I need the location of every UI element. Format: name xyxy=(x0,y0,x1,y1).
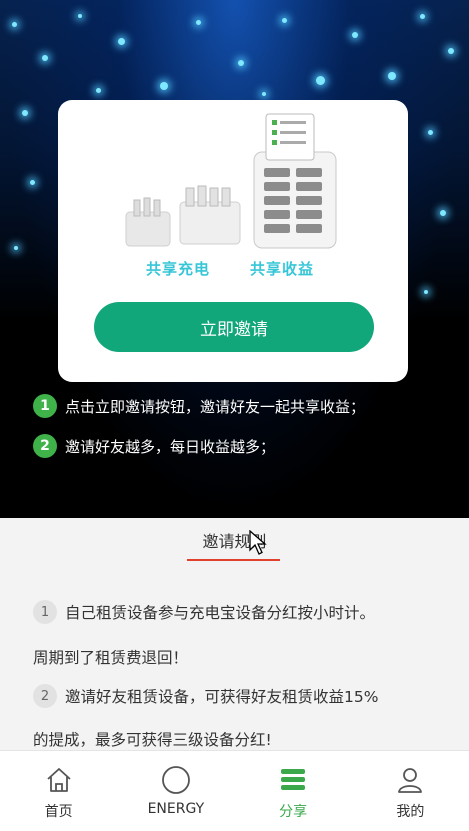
step-text: 点击立即邀请按钮，邀请好友一起共享收益； xyxy=(65,397,366,416)
tab-share[interactable]: 分享 xyxy=(235,751,352,831)
rules-title-underline xyxy=(187,559,280,561)
tab-energy[interactable]: ENERGY xyxy=(117,751,234,831)
rule-text: 自己租赁设备参与充电宝设备分红按小时计。 xyxy=(65,604,376,622)
particle xyxy=(428,130,433,135)
step-item: 2 邀请好友越多，每日收益越多； xyxy=(33,434,275,458)
particle xyxy=(316,76,325,85)
tab-mine[interactable]: 我的 xyxy=(352,751,469,831)
step-number: 2 xyxy=(33,434,57,458)
step-text: 邀请好友越多，每日收益越多； xyxy=(65,437,276,456)
particle xyxy=(14,246,18,250)
bottom-tab-bar: 首页 ENERGY 分享 我的 xyxy=(0,750,469,831)
particle xyxy=(12,22,17,27)
rule-item-1-cont: 周期到了租赁费退回！ xyxy=(33,646,188,668)
particle xyxy=(352,32,358,38)
particle xyxy=(196,20,201,25)
tab-label: 分享 xyxy=(279,804,308,820)
hero-banner: 共享充电 共享收益 立即邀请 1 点击立即邀请按钮，邀请好友一起共享收益； 2 … xyxy=(0,0,469,518)
particle xyxy=(420,14,425,19)
particle xyxy=(22,110,28,116)
step-number: 1 xyxy=(33,394,57,418)
rule-text: 周期到了租赁费退回！ xyxy=(33,649,189,667)
tag-shared-earnings: 共享收益 xyxy=(250,260,315,278)
particle xyxy=(118,38,125,45)
mouse-cursor-icon xyxy=(249,530,267,555)
particle xyxy=(262,92,266,96)
invite-now-button[interactable]: 立即邀请 xyxy=(94,302,374,352)
particle xyxy=(160,82,168,90)
rule-number: 2 xyxy=(33,684,57,708)
particle xyxy=(424,290,428,294)
stack-icon xyxy=(281,769,306,790)
tab-label: 我的 xyxy=(396,804,425,820)
particle xyxy=(238,60,244,66)
rule-item-2-cont: 的提成，最多可获得三级设备分红! xyxy=(33,728,272,750)
rule-text: 的提成，最多可获得三级设备分红! xyxy=(33,731,272,749)
power-bank-station-image xyxy=(125,113,337,249)
tag-shared-charging: 共享充电 xyxy=(146,260,211,278)
particle xyxy=(282,18,287,23)
tab-label: ENERGY xyxy=(147,801,205,817)
invite-rules-title[interactable]: 邀请规则 xyxy=(0,528,469,552)
rule-item-2: 2 邀请好友租赁设备，可获得好友租赁收益15% xyxy=(33,684,378,708)
user-icon xyxy=(398,768,423,793)
invite-card: 共享充电 共享收益 立即邀请 xyxy=(58,100,408,382)
particle xyxy=(30,180,35,185)
particle xyxy=(388,72,396,80)
rule-item-1: 1 自己租赁设备参与充电宝设备分红按小时计。 xyxy=(33,600,375,624)
particle xyxy=(440,210,446,216)
rule-text: 邀请好友租赁设备，可获得好友租赁收益15% xyxy=(65,688,379,706)
particle xyxy=(78,14,82,18)
step-item: 1 点击立即邀请按钮，邀请好友一起共享收益； xyxy=(33,394,365,418)
particle xyxy=(42,55,48,61)
particle xyxy=(448,48,454,54)
rule-number: 1 xyxy=(33,600,57,624)
particle xyxy=(96,88,101,93)
tab-label: 首页 xyxy=(44,804,73,820)
circle-icon xyxy=(161,766,190,794)
tab-home[interactable]: 首页 xyxy=(0,751,117,831)
home-icon xyxy=(47,768,71,792)
